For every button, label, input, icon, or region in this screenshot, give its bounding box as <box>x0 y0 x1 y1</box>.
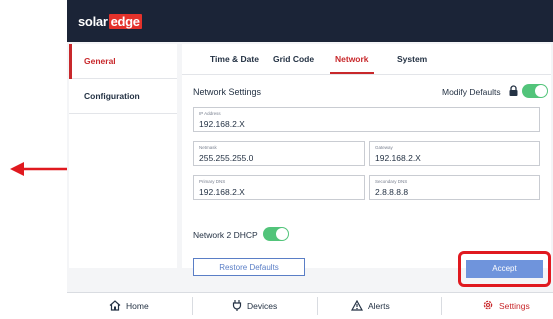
ip-address-value: 192.168.2.X <box>199 119 245 129</box>
lock-icon <box>509 85 518 96</box>
plug-icon <box>232 300 242 311</box>
app-screen: General Configuration Time & Date Grid C… <box>67 42 553 318</box>
netmask-value: 255.255.255.0 <box>199 153 254 163</box>
gateway-field[interactable]: Gateway 192.168.2.X <box>369 141 540 166</box>
secondary-dns-label: Secondary DNS <box>375 179 408 184</box>
primary-dns-field[interactable]: Primary DNS 192.168.2.X <box>193 175 365 200</box>
bottom-nav: Home Devices Alerts Settings <box>67 292 553 319</box>
tab-time-date[interactable]: Time & Date <box>210 54 259 64</box>
restore-defaults-button[interactable]: Restore Defaults <box>193 258 305 276</box>
section-title: Network Settings <box>193 87 262 97</box>
tab-grid-code[interactable]: Grid Code <box>273 54 314 64</box>
gear-icon <box>483 300 493 310</box>
secondary-dns-field[interactable]: Secondary DNS 2.8.8.8.8 <box>369 175 540 200</box>
ip-address-field[interactable]: IP Address 192.168.2.X <box>193 107 540 132</box>
toggle-knob <box>276 228 288 240</box>
nav-settings[interactable]: Settings <box>482 293 530 319</box>
secondary-dns-value: 2.8.8.8.8 <box>375 187 409 197</box>
netmask-label: Netmask <box>199 145 217 150</box>
device-screen-frame: solar edge General Configuration Time & D… <box>67 0 553 319</box>
nav-divider <box>441 297 442 315</box>
solaredge-logo: solar edge <box>78 14 142 29</box>
sidebar: General Configuration <box>69 44 177 268</box>
sidebar-item-configuration[interactable]: Configuration <box>69 79 177 114</box>
nav-home[interactable]: Home <box>109 293 149 319</box>
primary-dns-label: Primary DNS <box>199 179 226 184</box>
modify-defaults-label: Modify Defaults <box>442 87 501 97</box>
modify-defaults-toggle[interactable] <box>522 84 548 98</box>
nav-divider <box>317 297 318 315</box>
network2-dhcp-toggle[interactable] <box>263 227 289 241</box>
sidebar-item-general[interactable]: General <box>69 44 177 79</box>
toggle-knob <box>535 85 547 97</box>
ip-address-label: IP Address <box>199 111 221 116</box>
gateway-value: 192.168.2.X <box>375 153 421 163</box>
accept-highlight-ring <box>458 251 551 287</box>
nav-alerts[interactable]: Alerts <box>350 293 390 319</box>
alert-icon <box>350 299 364 311</box>
tab-system[interactable]: System <box>397 54 427 64</box>
active-tab-indicator <box>330 72 374 74</box>
tab-bar: Time & Date Grid Code Network System <box>182 44 551 75</box>
tab-network[interactable]: Network <box>335 54 369 64</box>
network2-dhcp-label: Network 2 DHCP <box>193 230 258 240</box>
home-icon <box>109 300 121 311</box>
top-bar: solar edge <box>67 0 553 42</box>
gateway-label: Gateway <box>375 145 393 150</box>
primary-dns-value: 192.168.2.X <box>199 187 245 197</box>
nav-devices[interactable]: Devices <box>232 293 277 319</box>
nav-divider <box>192 297 193 315</box>
settings-content: Time & Date Grid Code Network System Net… <box>182 44 551 268</box>
netmask-field[interactable]: Netmask 255.255.255.0 <box>193 141 365 166</box>
